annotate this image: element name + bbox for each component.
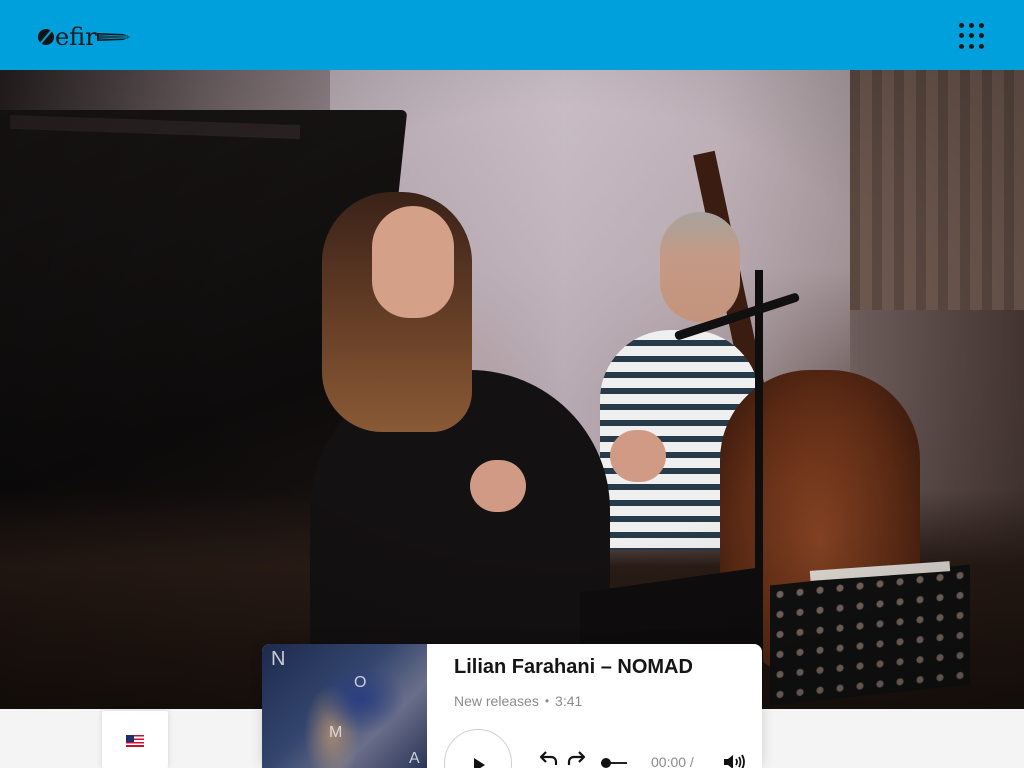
menu-dot bbox=[959, 43, 964, 49]
menu-dot bbox=[959, 33, 964, 39]
language-switch[interactable] bbox=[102, 711, 168, 768]
grid-menu-icon[interactable] bbox=[956, 20, 988, 52]
menu-dot bbox=[969, 23, 974, 28]
track-category[interactable]: New releases bbox=[454, 693, 539, 709]
cover-letter: N bbox=[271, 648, 286, 670]
current-time: 00:00 / bbox=[651, 754, 694, 768]
meta-separator: • bbox=[544, 694, 550, 708]
hero-vignette bbox=[0, 70, 1024, 709]
logo-text: efir bbox=[55, 23, 97, 51]
efir-logo-icon bbox=[38, 29, 54, 45]
track-duration: 3:41 bbox=[555, 693, 583, 709]
menu-dot bbox=[969, 43, 974, 49]
us-flag-icon bbox=[126, 735, 144, 747]
menu-dot bbox=[979, 23, 984, 28]
cover-letter: O bbox=[354, 674, 367, 691]
logo-streak-icon bbox=[96, 33, 131, 41]
track-title[interactable]: Lilian Farahani – NOMAD bbox=[454, 656, 754, 679]
play-icon bbox=[474, 758, 485, 768]
hero-image bbox=[0, 70, 1024, 709]
menu-dot bbox=[959, 23, 964, 28]
site-logo[interactable]: efir bbox=[38, 22, 133, 52]
menu-dot bbox=[969, 33, 974, 39]
site-header: efir bbox=[0, 0, 1024, 70]
volume-icon[interactable] bbox=[722, 752, 748, 768]
track-meta: New releases • 3:41 bbox=[454, 693, 582, 709]
menu-dot bbox=[979, 33, 984, 39]
album-cover[interactable]: N O M A bbox=[262, 644, 427, 768]
redo-arrow-icon[interactable] bbox=[566, 750, 586, 766]
seek-handle[interactable] bbox=[601, 758, 611, 768]
audio-player: N O M A Lilian Farahani – NOMAD New rele… bbox=[262, 644, 762, 768]
cover-letter: M bbox=[329, 724, 343, 741]
cover-letter: A bbox=[409, 750, 420, 767]
play-button[interactable] bbox=[444, 729, 512, 768]
undo-arrow-icon[interactable] bbox=[539, 750, 559, 766]
menu-dot bbox=[979, 43, 984, 49]
